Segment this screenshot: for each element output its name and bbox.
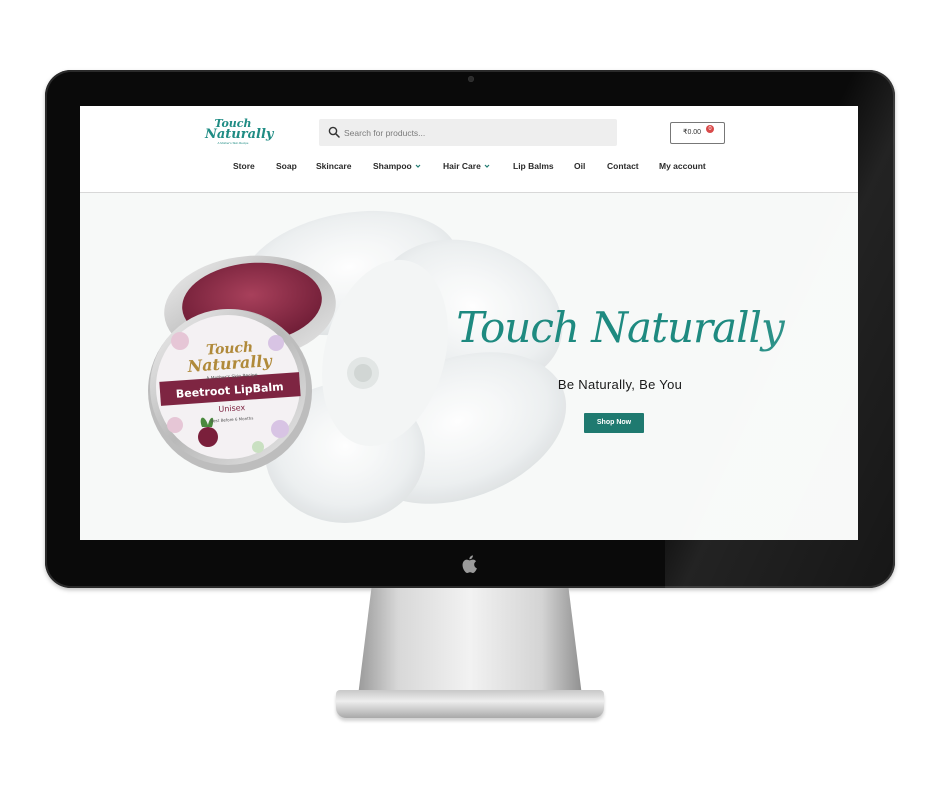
nav-my-account[interactable]: My account: [659, 161, 706, 171]
nav-contact[interactable]: Contact: [607, 161, 639, 171]
nav-label: Contact: [607, 161, 639, 171]
nav-hair-care[interactable]: Hair Care: [443, 161, 490, 171]
logo-line-2: Naturally: [205, 127, 274, 142]
chevron-down-icon: [415, 164, 421, 168]
nav-label: Store: [233, 161, 255, 171]
hero-tagline: Be Naturally, Be You: [557, 377, 683, 392]
nav-store[interactable]: Store: [233, 161, 255, 171]
nav-label: Shampoo: [373, 161, 412, 171]
shop-now-button[interactable]: Shop Now: [584, 413, 644, 433]
cart-count-badge: 0: [706, 125, 714, 133]
chevron-down-icon: [484, 164, 490, 168]
nav-label: My account: [659, 161, 706, 171]
site-header: Touch Naturally A Mother's Skin Recipe ₹…: [80, 106, 858, 193]
logo-tagline: A Mother's Skin Recipe: [217, 141, 249, 145]
search-bar: [319, 119, 617, 146]
nav-lip-balms[interactable]: Lip Balms: [513, 161, 554, 171]
nav-shampoo[interactable]: Shampoo: [373, 161, 421, 171]
monitor-stand-neck: [358, 588, 582, 696]
monitor-bezel: Touch Naturally A Mother's Skin Recipe ₹…: [45, 70, 895, 588]
camera: [468, 76, 474, 82]
browser-screen: Touch Naturally A Mother's Skin Recipe ₹…: [80, 106, 858, 540]
monitor-stand-base: [336, 690, 604, 718]
search-icon[interactable]: [328, 126, 340, 138]
nav-label: Soap: [276, 161, 297, 171]
nav-oil[interactable]: Oil: [574, 161, 585, 171]
nav-label: Oil: [574, 161, 586, 171]
tin-variant: Unisex: [218, 403, 246, 414]
nav-skincare[interactable]: Skincare: [316, 161, 351, 171]
nav-label: Hair Care: [443, 161, 481, 171]
apple-logo-icon: [462, 555, 477, 574]
nav-label: Lip Balms: [513, 161, 554, 171]
cart-total: ₹0.00: [683, 129, 702, 136]
main-nav: Store Soap Skincare Shampoo Hair Care Li…: [80, 161, 858, 181]
hero-banner: Touch Naturally A Mother's Skin Recipe B…: [80, 193, 858, 540]
cart-button[interactable]: ₹0.00 0: [670, 122, 725, 144]
nav-label: Skincare: [316, 161, 352, 171]
hero-artwork: Touch Naturally A Mother's Skin Recipe B…: [148, 210, 567, 523]
hero-brand-title: Touch Naturally: [456, 303, 784, 352]
search-input[interactable]: [344, 119, 609, 146]
site-logo[interactable]: Touch Naturally A Mother's Skin Recipe: [205, 118, 274, 148]
nav-soap[interactable]: Soap: [276, 161, 297, 171]
